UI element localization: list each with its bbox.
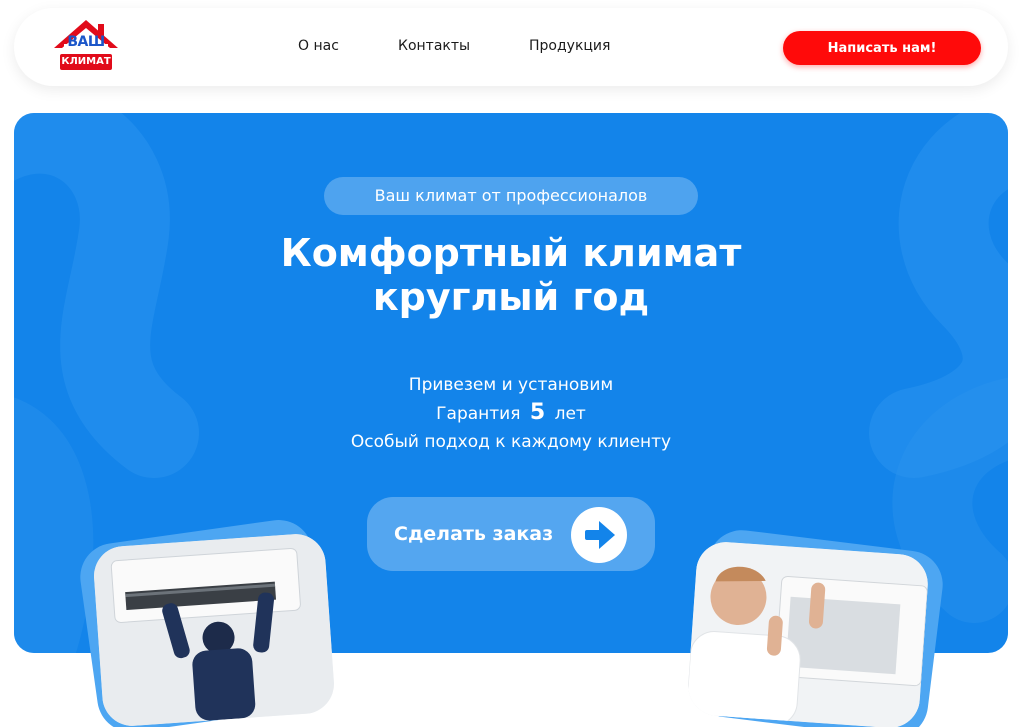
technician-photo-illustration [92,532,336,727]
hero-title-line-2: круглый год [372,275,650,319]
feature-approach: Особый подход к каждому клиенту [350,432,672,452]
service-photo-illustration [686,540,930,727]
logo-bottom-text: КЛИМАТ [60,54,112,70]
order-button-label: Сделать заказ [394,523,554,545]
hero-badge: Ваш климат от профессионалов [324,177,698,215]
header: ВАШ КЛИМАТ О нас Контакты Продукция Напи… [14,8,1008,86]
feature-delivery: Привезем и установим [408,375,614,395]
logo-top-text: ВАШ [67,34,105,50]
arrow-right-icon [571,507,627,563]
feature-warranty: Гарантия 5 лет [261,399,761,428]
write-us-button[interactable]: Написать нам! [783,31,981,65]
nav-item-contacts-label[interactable]: Контакты [398,38,470,54]
hero-title-line-1: Комфортный климат [280,231,742,275]
nav-item-products-label[interactable]: Продукция [529,38,610,54]
nav-item-products[interactable]: Продукция [529,38,610,54]
logo[interactable]: ВАШ КЛИМАТ [52,18,120,74]
order-button[interactable]: Сделать заказ [367,497,655,571]
page: ВАШ КЛИМАТ О нас Контакты Продукция Напи… [0,0,1030,727]
feature-warranty-prefix: Гарантия [436,404,521,424]
hero-features: Привезем и установим Гарантия 5 лет Особ… [261,371,761,456]
nav-item-about-label[interactable]: О нас [298,38,339,54]
photo-man-servicing [686,540,930,727]
nav-item-contacts[interactable]: Контакты [398,38,470,54]
hero-title: Комфортный климат круглый год [161,231,861,319]
feature-warranty-number: 5 [529,400,546,425]
photo-technician-installing [92,532,336,727]
feature-warranty-suffix: лет [554,404,586,424]
nav-item-about[interactable]: О нас [298,38,339,54]
